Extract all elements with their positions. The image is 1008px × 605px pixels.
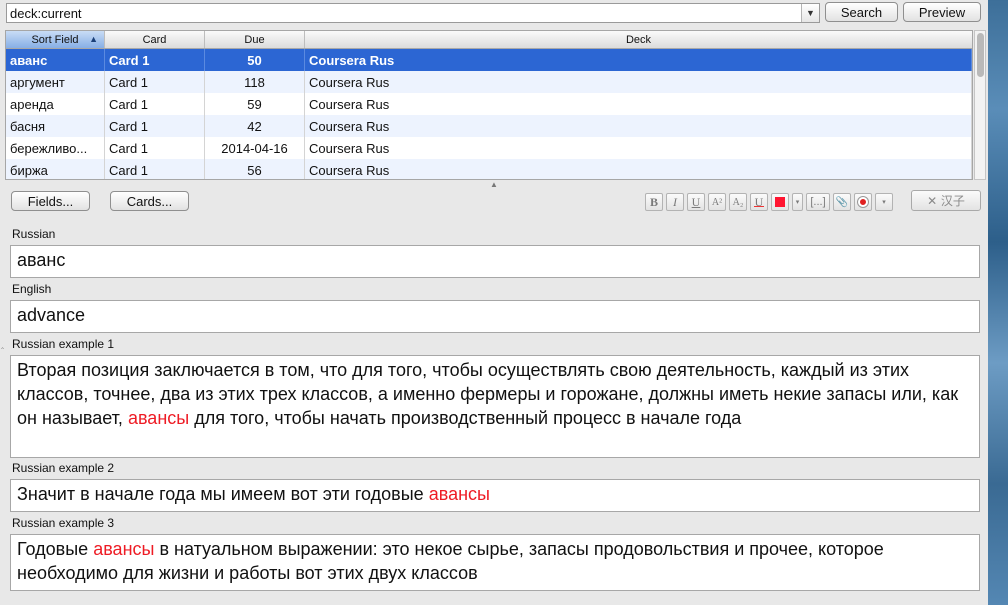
cell-deck: Coursera Rus	[305, 137, 972, 159]
field-editor[interactable]: advance	[10, 300, 980, 333]
paperclip-icon[interactable]: 📎	[833, 193, 851, 211]
resize-grip-icon: ‸	[1, 339, 5, 349]
table-row[interactable]: басня Card 1 42 Coursera Rus	[6, 115, 972, 137]
cell-deck: Coursera Rus	[305, 115, 972, 137]
field-label: Russian example 3	[12, 516, 115, 530]
record-audio-button[interactable]	[854, 193, 872, 211]
chevron-down-icon[interactable]: ▼	[801, 4, 819, 22]
cell-sort-field: бережливо...	[6, 137, 105, 159]
splitter-handle-icon[interactable]: ▲	[490, 180, 498, 189]
cell-card: Card 1	[105, 115, 205, 137]
cell-card: Card 1	[105, 49, 205, 71]
cell-due: 50	[205, 49, 305, 71]
underline-button[interactable]: U	[687, 193, 705, 211]
cell-due: 2014-04-16	[205, 137, 305, 159]
table-row[interactable]: биржа Card 1 56 Coursera Rus	[6, 159, 972, 179]
cell-sort-field: аргумент	[6, 71, 105, 93]
cards-button[interactable]: Cards...	[110, 191, 189, 211]
sort-ascending-icon: ▲	[89, 34, 98, 44]
field-text: Годовые	[17, 539, 94, 559]
table-scrollbar[interactable]	[974, 30, 986, 180]
field-text: advance	[17, 305, 86, 325]
browser-window: ▼ Search Preview Sort Field ▲ Card Due D…	[0, 0, 988, 605]
table-row[interactable]: аргумент Card 1 118 Coursera Rus	[6, 71, 972, 93]
column-header-label: Sort Field	[31, 33, 79, 46]
clear-format-icon: U	[754, 194, 764, 209]
field-editor[interactable]: Значит в начале года мы имеем вот эти го…	[10, 479, 980, 512]
cell-sort-field: биржа	[6, 159, 105, 179]
cell-due: 56	[205, 159, 305, 179]
format-toolbar: B I U A² A₂ U ▾ [...] 📎 ▾	[645, 193, 893, 211]
chinese-support-button[interactable]: ✕ 汉子	[911, 190, 981, 211]
strike-line	[754, 206, 764, 207]
search-input[interactable]	[7, 4, 801, 22]
cell-due: 118	[205, 71, 305, 93]
italic-button[interactable]: I	[666, 193, 684, 211]
field-text: для того, чтобы начать производственный …	[189, 408, 742, 428]
search-button[interactable]: Search	[825, 2, 898, 22]
subscript-button[interactable]: A₂	[729, 193, 747, 211]
column-header-card[interactable]: Card	[105, 31, 205, 48]
cell-card: Card 1	[105, 137, 205, 159]
color-swatch-icon	[775, 197, 785, 207]
field-editor[interactable]: аванс	[10, 245, 980, 278]
column-header-due[interactable]: Due	[205, 31, 305, 48]
column-header-deck[interactable]: Deck	[305, 31, 972, 48]
record-icon	[858, 197, 868, 207]
desktop-background	[988, 0, 1008, 605]
cell-sort-field: аренда	[6, 93, 105, 115]
table-row[interactable]: аренда Card 1 59 Coursera Rus	[6, 93, 972, 115]
cell-deck: Coursera Rus	[305, 49, 972, 71]
search-combobox[interactable]: ▼	[6, 3, 820, 23]
highlighted-text: авансы	[93, 539, 155, 559]
pane-splitter[interactable]: ▲	[0, 180, 988, 189]
table-row[interactable]: бережливо... Card 1 2014-04-16 Coursera Rus	[6, 137, 972, 159]
table-row[interactable]: аванс Card 1 50 Coursera Rus	[6, 49, 972, 71]
column-header-sort-field[interactable]: Sort Field ▲	[6, 31, 105, 48]
field-label: Russian	[12, 227, 56, 241]
table-body: аванс Card 1 50 Coursera Rus аргумент Card 11…	[6, 49, 972, 179]
highlighted-text: авансы	[127, 408, 190, 428]
cell-card: Card 1	[105, 93, 205, 115]
cell-sort-field: басня	[6, 115, 105, 137]
field-label: Russian example 2	[12, 461, 115, 475]
cell-card: Card 1	[105, 159, 205, 179]
cell-deck: Coursera Rus	[305, 93, 972, 115]
fields-button[interactable]: Fields...	[11, 191, 90, 211]
text-color-dropdown[interactable]: ▾	[792, 193, 803, 211]
text-color-button[interactable]	[771, 193, 789, 211]
field-editor[interactable]: Вторая позиция заключается в том, что дл…	[10, 355, 980, 458]
field-label: Russian example 1	[12, 337, 115, 351]
superscript-button[interactable]: A²	[708, 193, 726, 211]
scrollbar-thumb[interactable]	[977, 33, 984, 77]
more-options-dropdown[interactable]: ▾	[875, 193, 893, 211]
cell-due: 42	[205, 115, 305, 137]
field-label: English	[12, 282, 52, 296]
highlighted-text: авансы	[428, 484, 490, 504]
cell-deck: Coursera Rus	[305, 71, 972, 93]
cell-card: Card 1	[105, 71, 205, 93]
bold-button[interactable]: B	[645, 193, 663, 211]
field-text: Значит в начале года мы имеем вот эти го…	[17, 484, 429, 504]
cloze-button[interactable]: [...]	[806, 193, 830, 211]
cell-deck: Coursera Rus	[305, 159, 972, 179]
field-text: аванс	[17, 250, 66, 270]
table-header: Sort Field ▲ Card Due Deck	[6, 31, 972, 49]
clear-format-button[interactable]: U	[750, 193, 768, 211]
cell-sort-field: аванс	[6, 49, 105, 71]
preview-button[interactable]: Preview	[903, 2, 981, 22]
card-table: Sort Field ▲ Card Due Deck аванс Card 1 50…	[5, 30, 973, 180]
field-editor[interactable]: Годовые авансы в натуальном выражении: э…	[10, 534, 980, 591]
cell-due: 59	[205, 93, 305, 115]
